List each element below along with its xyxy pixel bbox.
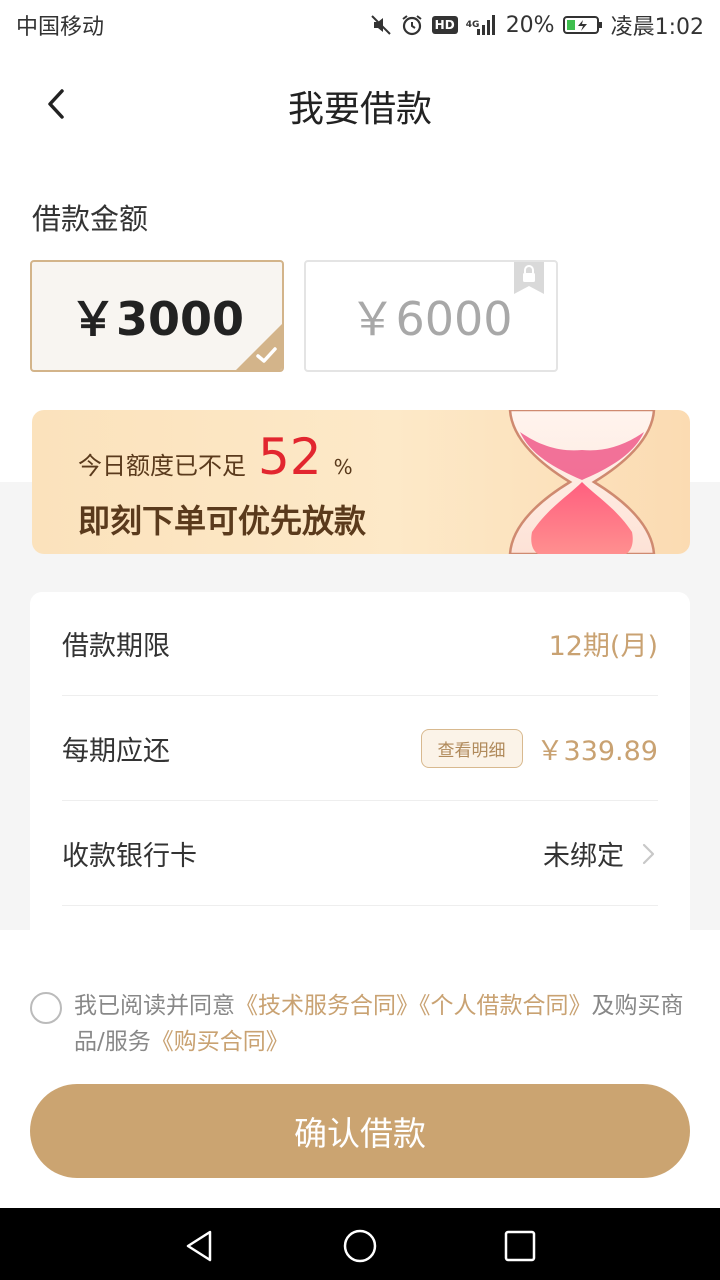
system-nav-bar [0,1208,720,1280]
battery-percent: 20% [505,12,555,38]
quota-percent: 52 [258,428,322,486]
battery-icon [562,15,603,35]
header: 我要借款 [0,60,720,150]
lock-icon [514,262,544,294]
amount-option-label: ￥6000 [349,292,513,346]
promo-banner: 今日额度已不足 52 % 即刻下单可优先放款 [32,410,690,554]
loan-term-label: 借款期限 [62,631,170,662]
hd-icon: HD [431,16,458,34]
installment-label: 每期应还 [62,736,170,767]
chevron-right-icon [638,842,658,866]
installment-row: 每期应还 查看明细 ￥339.89 [62,697,658,801]
nav-back-icon[interactable] [180,1226,220,1266]
quota-percent-unit: % [333,455,353,479]
banner-headline: 即刻下单可优先放款 [78,502,367,540]
quota-remaining-line: 今日额度已不足 52 % [78,428,353,486]
signal-icon: 4G [466,15,498,35]
amount-option-label: ￥3000 [69,292,245,346]
amount-section-label: 借款金额 [32,202,149,236]
agreement-text: 我已阅读并同意《技术服务合同》《个人借款合同》及购买商品/服务《购买合同》 [74,988,700,1060]
installment-value: ￥339.89 [536,736,658,767]
bank-card-row[interactable]: 收款银行卡 未绑定 [62,802,658,906]
tech-service-contract-link[interactable]: 《技术服务合同》 [235,993,419,1019]
view-detail-button[interactable]: 查看明细 [420,729,523,768]
checkmark-icon [236,324,282,370]
time-label: 凌晨1:02 [610,15,704,40]
personal-loan-contract-link[interactable]: 《个人借款合同》 [419,993,592,1019]
nav-recents-icon[interactable] [500,1226,540,1266]
purchase-contract-link[interactable]: 《购买合同》 [151,1029,289,1055]
status-icons: HD 4G 20% 凌晨1:02 [370,9,704,41]
bank-card-value: 未绑定 [543,841,624,872]
quota-prefix-text: 今日额度已不足 [78,452,246,480]
amount-option-3000[interactable]: ￥3000 [30,260,284,372]
page-title: 我要借款 [287,89,432,130]
amount-option-6000[interactable]: ￥6000 [304,260,558,372]
hourglass-icon [508,410,656,554]
carrier-label: 中国移动 [16,15,105,40]
alarm-icon [400,13,424,37]
loan-detail-card: 借款期限 12期(月) 每期应还 查看明细 ￥339.89 收款银行卡 未绑定 [30,592,690,952]
agreement-checkbox[interactable] [30,992,62,1024]
bottom-panel: 我已阅读并同意《技术服务合同》《个人借款合同》及购买商品/服务《购买合同》 确认… [0,930,720,1208]
confirm-loan-button[interactable]: 确认借款 [30,1084,690,1178]
status-bar: 中国移动 HD 4G 20% 凌晨1:02 [0,0,720,50]
network-type-label: 4G [465,19,480,30]
loan-term-value: 12期(月) [548,631,658,662]
loan-term-row[interactable]: 借款期限 12期(月) [62,592,658,696]
agreement-prefix: 我已阅读并同意 [74,993,235,1019]
mute-icon [370,14,392,36]
bank-card-label: 收款银行卡 [62,841,197,872]
nav-home-icon[interactable] [340,1226,380,1266]
